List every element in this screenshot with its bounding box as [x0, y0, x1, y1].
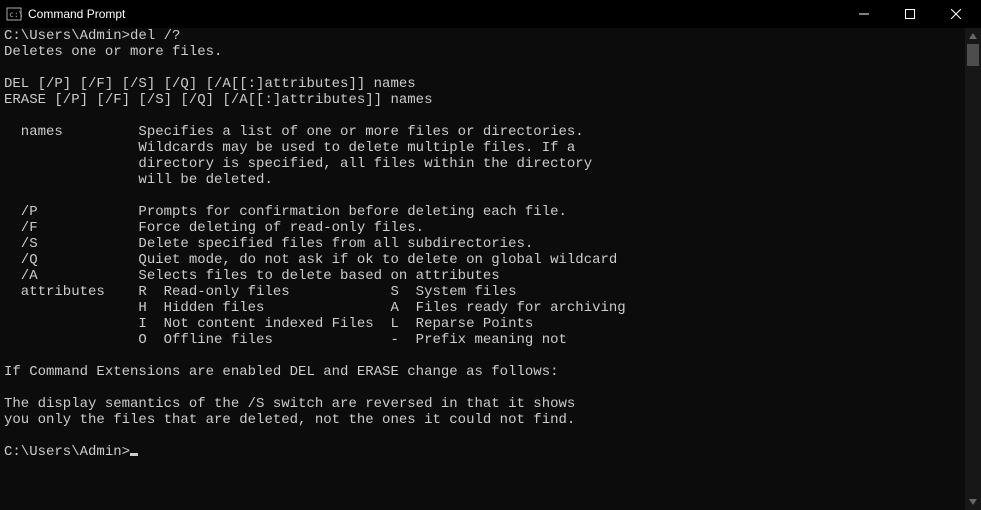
terminal-area[interactable]: C:\Users\Admin>del /? Deletes one or mor… — [0, 28, 981, 510]
prompt-1: C:\Users\Admin> — [4, 28, 130, 44]
vertical-scrollbar[interactable] — [965, 28, 981, 510]
window-title: Command Prompt — [28, 7, 125, 21]
prompt-2: C:\Users\Admin> — [4, 444, 130, 460]
scroll-thumb[interactable] — [967, 44, 979, 66]
maximize-button[interactable] — [887, 0, 933, 28]
svg-text:c:\: c:\ — [9, 10, 22, 19]
scroll-down-icon[interactable] — [965, 494, 981, 510]
minimize-button[interactable] — [841, 0, 887, 28]
cursor — [130, 453, 138, 456]
close-button[interactable] — [933, 0, 979, 28]
scroll-up-icon[interactable] — [965, 28, 981, 44]
terminal-content[interactable]: C:\Users\Admin>del /? Deletes one or mor… — [0, 28, 981, 510]
window-controls — [841, 0, 979, 28]
command-output: Deletes one or more files. DEL [/P] [/F]… — [4, 44, 626, 428]
titlebar[interactable]: c:\ Command Prompt — [0, 0, 981, 28]
cmd-icon: c:\ — [6, 6, 22, 22]
command-1: del /? — [130, 28, 180, 44]
